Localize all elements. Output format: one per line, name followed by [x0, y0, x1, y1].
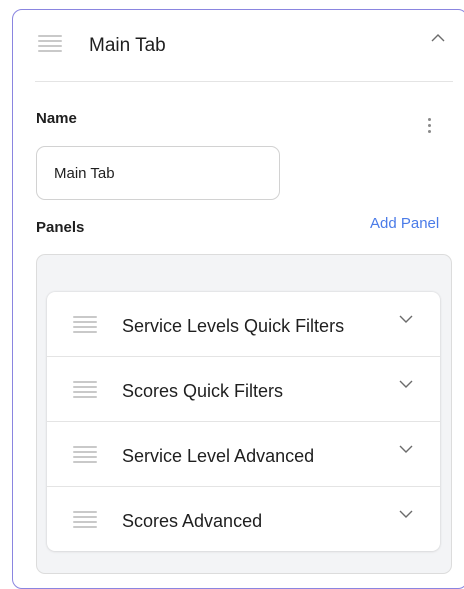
- drag-handle-icon[interactable]: [73, 381, 97, 399]
- chevron-down-icon[interactable]: [397, 505, 415, 523]
- chevron-down-icon[interactable]: [397, 375, 415, 393]
- panel-label: Scores Quick Filters: [122, 381, 284, 401]
- drag-handle-icon[interactable]: [73, 511, 97, 529]
- name-input[interactable]: [36, 146, 280, 200]
- tab-title: Main Tab: [89, 35, 166, 56]
- chevron-down-icon[interactable]: [397, 310, 415, 328]
- panels-list: Service Levels Quick Filters Scores Quic…: [47, 292, 440, 551]
- chevron-down-icon[interactable]: [397, 440, 415, 458]
- header-divider: [35, 81, 453, 82]
- chevron-up-icon[interactable]: [428, 30, 448, 46]
- panel-label: Scores Advanced: [122, 511, 263, 531]
- drag-handle-icon[interactable]: [38, 35, 62, 53]
- add-panel-link[interactable]: Add Panel: [370, 215, 439, 232]
- panels-label: Panels: [36, 219, 85, 236]
- drag-handle-icon[interactable]: [73, 446, 97, 464]
- kebab-menu-icon[interactable]: [424, 118, 434, 138]
- panel-label: Service Level Advanced: [122, 446, 315, 466]
- panel-row[interactable]: Service Level Advanced: [47, 422, 440, 487]
- panel-row[interactable]: Service Levels Quick Filters: [47, 292, 440, 357]
- drag-handle-icon[interactable]: [73, 316, 97, 334]
- panel-label: Service Levels Quick Filters: [122, 316, 345, 336]
- panel-row[interactable]: Scores Advanced: [47, 487, 440, 551]
- name-label: Name: [36, 110, 77, 127]
- panel-row[interactable]: Scores Quick Filters: [47, 357, 440, 422]
